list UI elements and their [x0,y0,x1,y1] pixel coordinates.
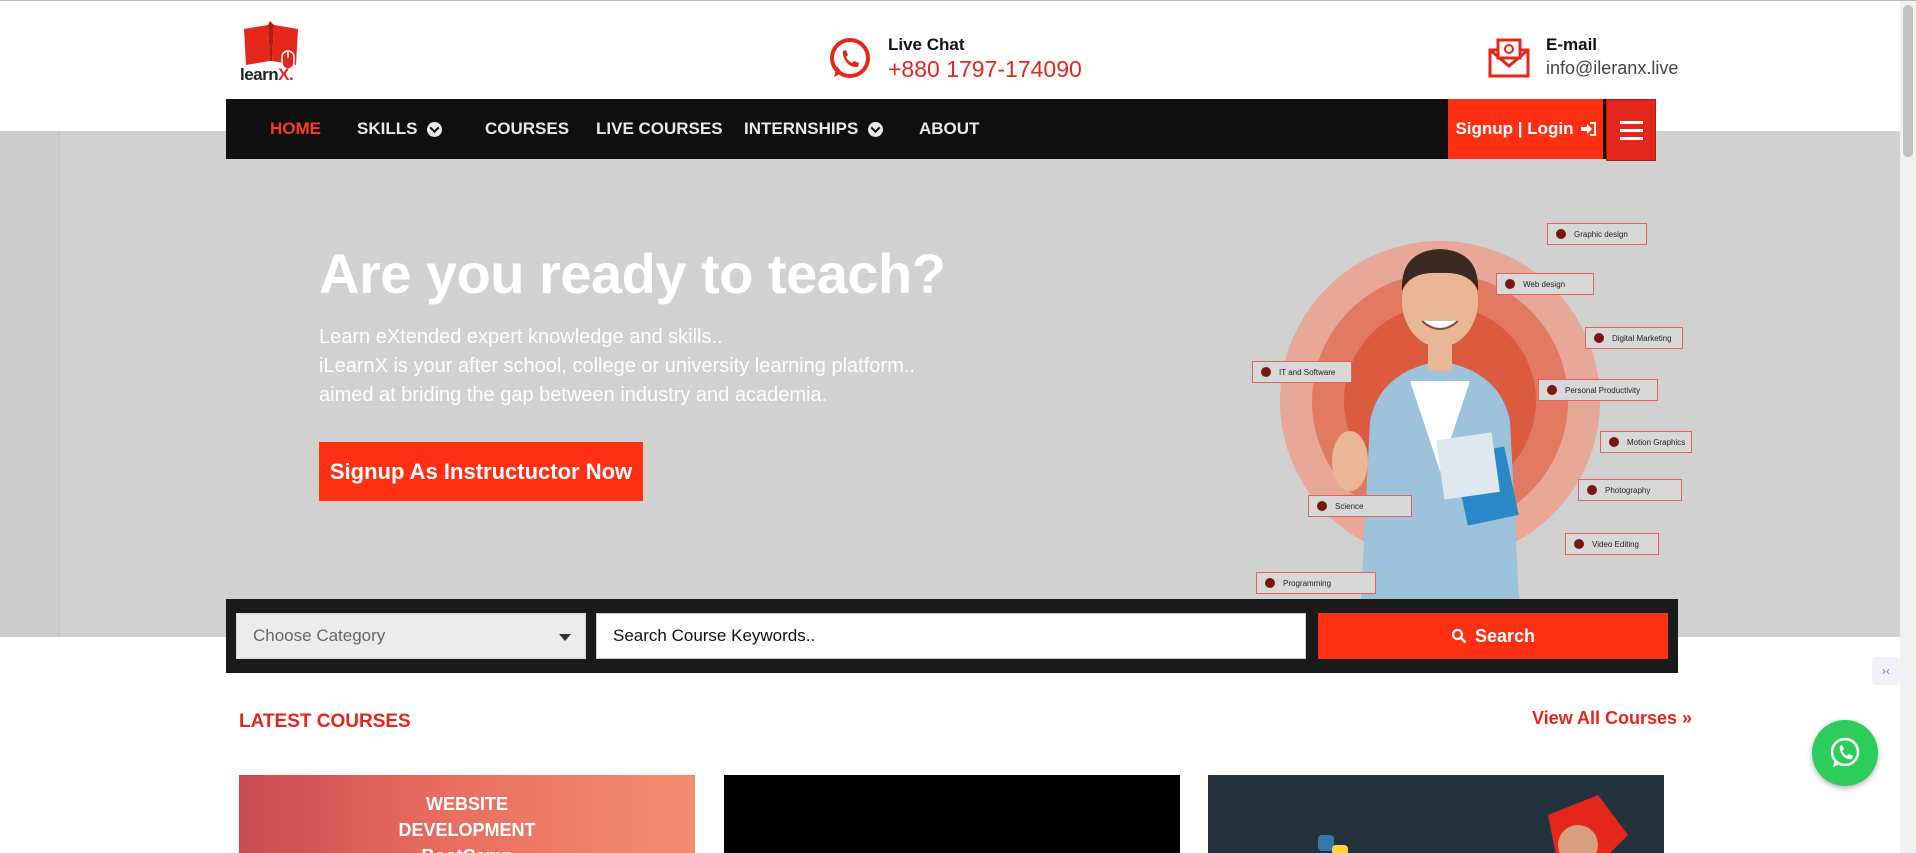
hero-line-2: iLearnX is your after school, college or… [319,355,915,377]
nav-skills-label: SKILLS [357,119,418,138]
nav-courses-label: COURSES [485,119,570,138]
phone-number[interactable]: +880 1797-174090 [888,55,1082,83]
course-card[interactable] [1208,775,1664,853]
nav-live-courses[interactable]: LIVE COURSES [596,119,723,139]
signup-login-button[interactable]: Signup | Login [1448,99,1603,159]
search-button[interactable]: Search [1318,613,1668,659]
course-card-thumbnail [1318,795,1628,853]
nav-about[interactable]: ABOUT [919,119,979,139]
hero-tag-personal-productivity: Personal Productivity [1538,379,1658,401]
page: learnX. Live Chat +880 1797-174090 E-mai… [0,0,1916,853]
hero-description: Learn eXtended expert knowledge and skil… [319,323,915,410]
scrollbar-thumb[interactable] [1903,5,1913,157]
hero-tag-science: Science [1308,495,1412,517]
search-icon [1451,628,1467,644]
hero-banner: Are you ready to teach? Learn eXtended e… [0,131,1900,637]
email-contact[interactable]: E-mail info@ileranx.live [1488,35,1678,81]
hamburger-menu-button[interactable] [1606,99,1656,161]
translate-widget-icon[interactable]: ›‹ [1872,657,1900,685]
hero-line-1: Learn eXtended expert knowledge and skil… [319,326,723,348]
course-card-title-line: DEVELOPMENT [398,820,536,840]
caret-down-icon [559,634,571,641]
course-keyword-placeholder: Search Course Keywords.. [613,626,816,645]
nav-home[interactable]: HOME [270,119,321,139]
hero-tag-programming: Programming [1256,572,1376,594]
hero-tag-video-editing: Video Editing [1565,533,1659,555]
hero-tag-motion-graphics: Motion Graphics [1600,431,1692,453]
hero-tag-digital-marketing: Digital Marketing [1585,327,1683,349]
course-card-title-line: BootCamp [239,843,695,853]
signup-instructor-button[interactable]: Signup As Instructuctor Now [319,442,643,501]
email-label: E-mail [1546,35,1598,54]
nav-home-label: HOME [270,119,321,138]
menu-bar [1619,120,1643,124]
category-select-value: Choose Category [253,626,386,645]
hero-side-shade [0,131,60,637]
category-select[interactable]: Choose Category [236,613,586,659]
latest-courses-heading: LATEST COURSES [239,711,411,732]
whatsapp-icon [830,38,870,78]
course-search-bar: Choose Category Search Course Keywords..… [226,599,1678,673]
menu-bar [1619,136,1643,140]
live-chat-label: Live Chat [888,35,965,54]
whatsapp-chat-button[interactable] [1812,720,1878,786]
hero-tag-it-software: IT and Software [1252,361,1352,383]
chevron-down-icon [868,121,884,137]
hero-illustration [1280,241,1600,621]
hero-tag-web-design: Web design [1496,273,1594,295]
menu-bar [1619,128,1643,132]
sign-in-icon [1580,122,1596,136]
hero-line-3: aimed at briding the gap between industr… [319,384,828,406]
nav-about-label: ABOUT [919,119,980,138]
whatsapp-icon [1830,737,1860,767]
course-card-title: WEBSITE DEVELOPMENT BootCamp [239,791,695,853]
main-nav: HOME SKILLS COURSES LIVE COURSES INTERNS… [226,99,1656,159]
nav-skills[interactable]: SKILLS [357,119,443,139]
nav-internships-label: INTERNSHIPS [744,119,859,138]
signup-login-label: Signup | Login [1455,119,1574,138]
nav-live-courses-label: LIVE COURSES [596,119,723,138]
logo-text-main: learn [240,65,279,84]
logo-text-accent: X. [278,65,294,84]
logo-wordmark: learnX. [240,65,294,85]
course-card[interactable]: WEBSITE DEVELOPMENT BootCamp [239,775,695,853]
hero-title: Are you ready to teach? [319,242,946,305]
course-card[interactable] [724,775,1180,853]
course-card-title-line: WEBSITE [425,794,508,814]
view-all-courses-link[interactable]: View All Courses » [1532,708,1692,729]
nav-internships[interactable]: INTERNSHIPS [744,119,884,139]
mail-icon [1488,38,1530,78]
email-address[interactable]: info@ileranx.live [1546,55,1678,81]
live-chat-contact[interactable]: Live Chat +880 1797-174090 [828,35,1082,83]
hero-tag-photography: Photography [1578,479,1682,501]
hero-tag-graphic-design: Graphic design [1547,223,1647,245]
nav-courses[interactable]: COURSES [485,119,569,139]
course-keyword-input[interactable]: Search Course Keywords.. [596,613,1306,659]
page-scrollbar[interactable] [1900,1,1916,853]
chevron-down-icon [427,121,443,137]
search-button-label: Search [1474,625,1536,646]
